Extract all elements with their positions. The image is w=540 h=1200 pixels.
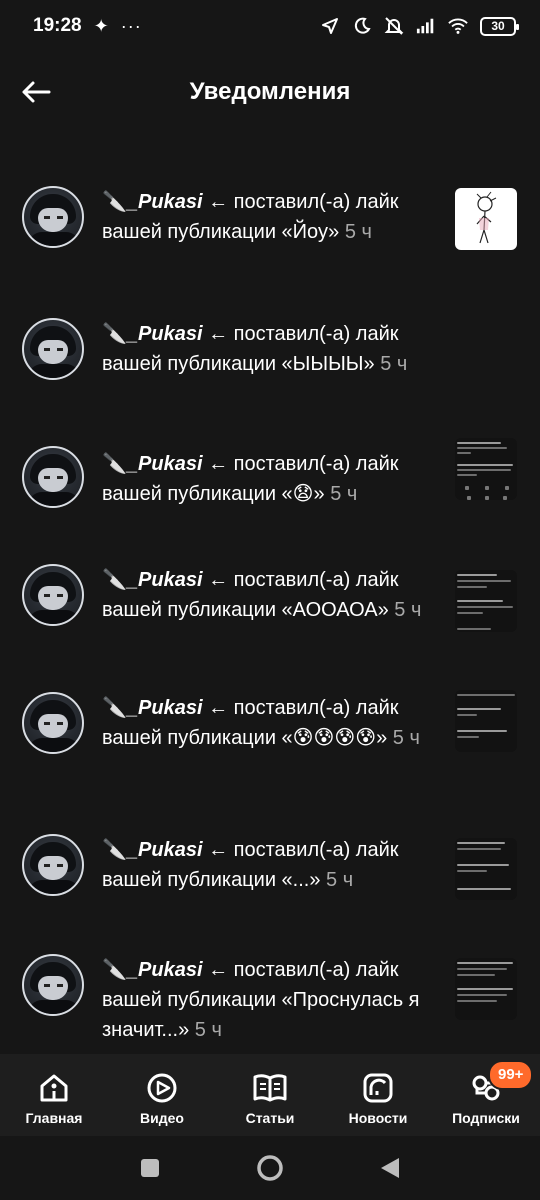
post-title: «😧» bbox=[281, 483, 325, 505]
username[interactable]: _Pukasi bbox=[127, 697, 203, 719]
wifi-icon bbox=[448, 16, 468, 36]
recents-button[interactable] bbox=[135, 1153, 165, 1183]
home-system-button[interactable] bbox=[255, 1153, 285, 1183]
moon-icon bbox=[352, 16, 372, 36]
notification-text: 🔪_Pukasi ← поставил(-а) лайк вашей публи… bbox=[102, 323, 408, 375]
articles-icon bbox=[252, 1070, 288, 1106]
notification-text: 🔪_Pukasi ← поставил(-а) лайк вашей публи… bbox=[102, 959, 420, 1041]
triangle-back-icon bbox=[381, 1158, 399, 1178]
video-icon bbox=[144, 1070, 180, 1106]
square-icon bbox=[141, 1159, 159, 1177]
news-icon bbox=[360, 1070, 396, 1106]
location-icon bbox=[320, 16, 340, 36]
post-title: «АООАОА» bbox=[281, 599, 389, 621]
notification-time: 5 ч bbox=[394, 599, 422, 621]
notification-time: 5 ч bbox=[330, 483, 358, 505]
post-thumbnail[interactable] bbox=[455, 438, 517, 500]
header: Уведомления bbox=[0, 60, 540, 124]
notification-text: 🔪_Pukasi ← поставил(-а) лайк вашей публи… bbox=[102, 697, 420, 749]
nav-video[interactable]: Видео bbox=[108, 1054, 216, 1136]
system-navigation-bar bbox=[0, 1136, 540, 1200]
back-arrow-icon bbox=[22, 81, 51, 103]
signal-icon bbox=[416, 16, 436, 36]
avatar[interactable] bbox=[22, 564, 84, 626]
post-title: «😰😰😰😰» bbox=[281, 727, 388, 749]
nav-news[interactable]: Новости bbox=[324, 1054, 432, 1136]
username[interactable]: _Pukasi bbox=[127, 839, 203, 861]
bottom-navigation: Главная Видео Статьи Новости Подписки 99… bbox=[0, 1054, 540, 1136]
mute-icon bbox=[384, 16, 404, 36]
notification-time: 5 ч bbox=[194, 1019, 222, 1041]
notification-time: 5 ч bbox=[380, 353, 408, 375]
avatar[interactable] bbox=[22, 834, 84, 896]
nav-home[interactable]: Главная bbox=[0, 1054, 108, 1136]
post-thumbnail[interactable] bbox=[455, 958, 517, 1020]
notification-text: 🔪_Pukasi ← поставил(-а) лайк вашей публи… bbox=[102, 839, 399, 891]
home-icon bbox=[36, 1070, 72, 1106]
notification-text: 🔪_Pukasi ← поставил(-а) лайк вашей публи… bbox=[102, 569, 422, 621]
nav-subscriptions[interactable]: Подписки 99+ bbox=[432, 1054, 540, 1136]
post-title: «...» bbox=[281, 869, 321, 891]
back-button[interactable] bbox=[16, 72, 56, 112]
page-title: Уведомления bbox=[189, 78, 351, 105]
notification-badge: 99+ bbox=[488, 1060, 534, 1090]
avatar[interactable] bbox=[22, 446, 84, 508]
post-thumbnail[interactable] bbox=[455, 838, 517, 900]
notification-time: 5 ч bbox=[326, 869, 354, 891]
back-system-button[interactable] bbox=[375, 1153, 405, 1183]
username[interactable]: _Pukasi bbox=[127, 569, 203, 591]
username[interactable]: _Pukasi bbox=[127, 959, 203, 981]
avatar[interactable] bbox=[22, 186, 84, 248]
post-thumbnail[interactable] bbox=[455, 690, 517, 752]
status-bar: 19:28 ✦ ··· 30 bbox=[0, 0, 540, 52]
username[interactable]: _Pukasi bbox=[127, 453, 203, 475]
status-time: 19:28 bbox=[33, 15, 82, 36]
sketch-drawing-icon bbox=[476, 191, 497, 244]
circle-icon bbox=[257, 1155, 283, 1181]
battery-icon: 30 bbox=[480, 16, 519, 36]
sparkle-icon: ✦ bbox=[93, 15, 109, 36]
avatar[interactable] bbox=[22, 318, 84, 380]
post-title: «Йоу» bbox=[281, 221, 340, 243]
notification-time: 5 ч bbox=[392, 727, 420, 749]
nav-articles[interactable]: Статьи bbox=[216, 1054, 324, 1136]
post-title: «ЫЫЫЫ» bbox=[281, 353, 375, 375]
notification-text: 🔪_Pukasi ← поставил(-а) лайк вашей публи… bbox=[102, 191, 399, 243]
avatar[interactable] bbox=[22, 954, 84, 1016]
notification-text: 🔪_Pukasi ← поставил(-а) лайк вашей публи… bbox=[102, 453, 399, 505]
avatar[interactable] bbox=[22, 692, 84, 754]
username[interactable]: _Pukasi bbox=[127, 323, 203, 345]
post-thumbnail[interactable] bbox=[455, 188, 517, 250]
username[interactable]: _Pukasi bbox=[127, 191, 203, 213]
more-notifications-icon: ··· bbox=[120, 15, 142, 36]
notification-time: 5 ч bbox=[344, 221, 372, 243]
post-thumbnail[interactable] bbox=[455, 570, 517, 632]
